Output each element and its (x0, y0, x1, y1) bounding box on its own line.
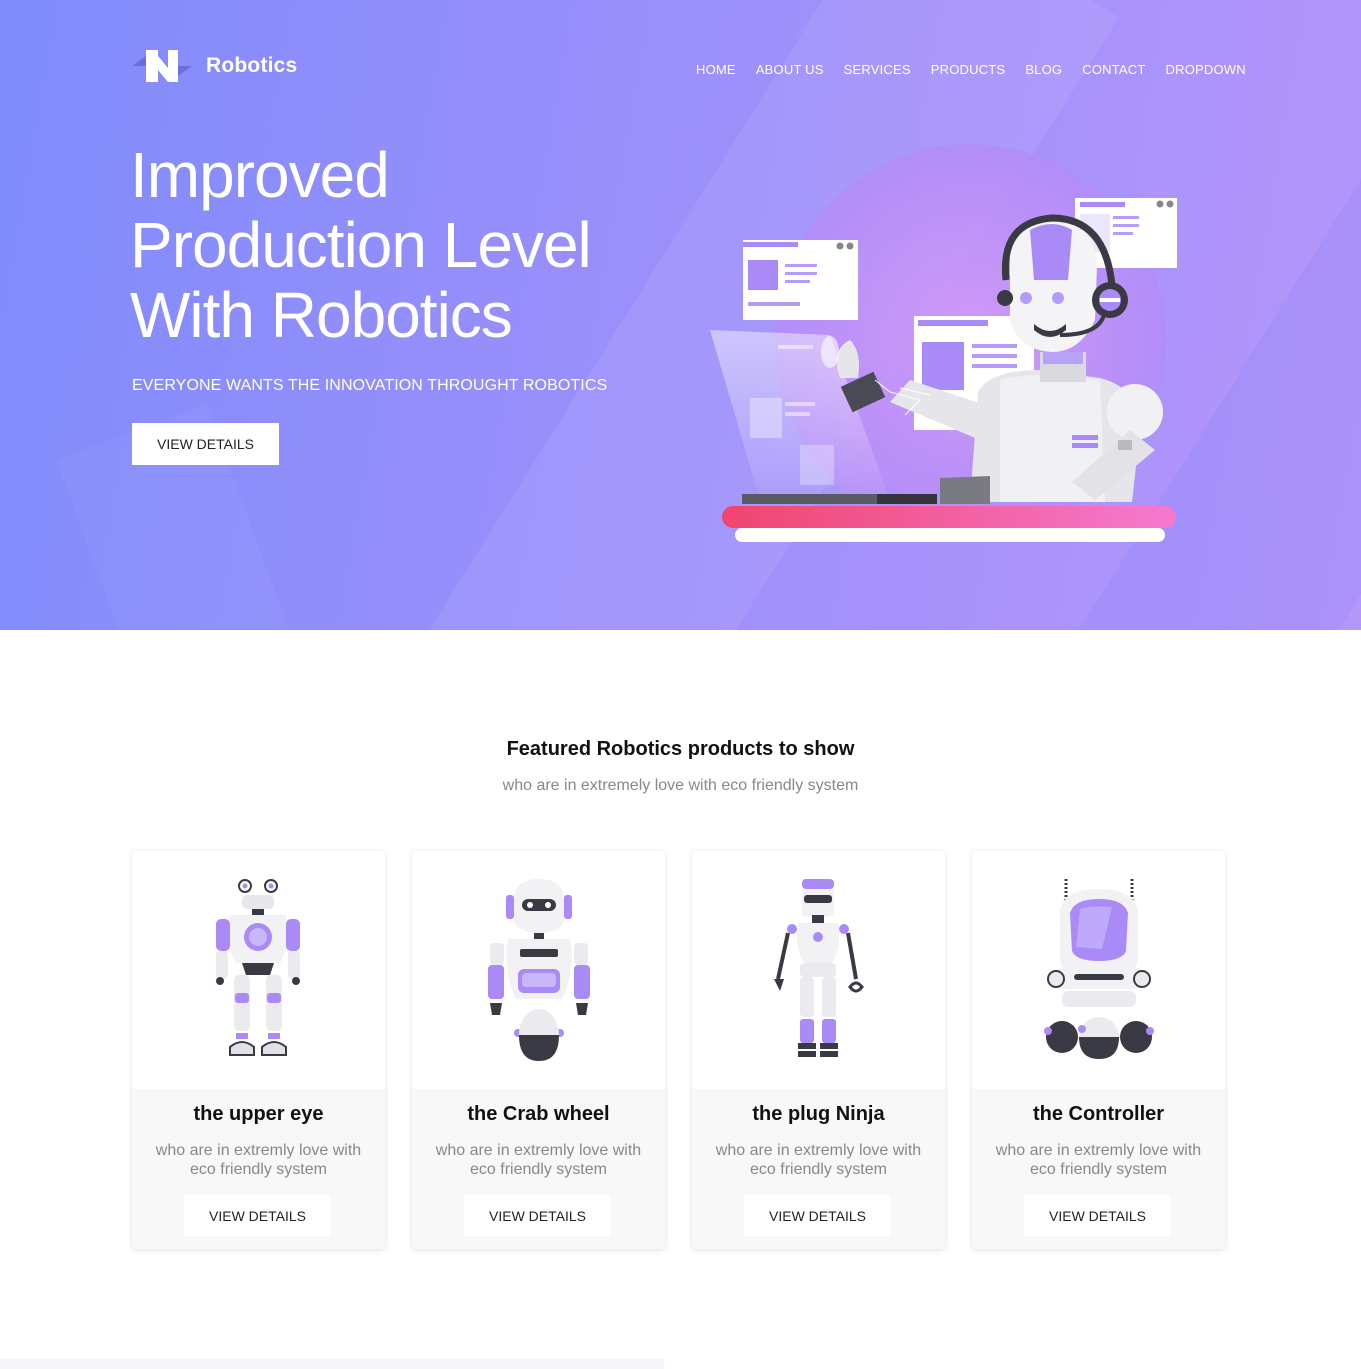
product-card-body: the plug Ninja who are in extremly love … (692, 1089, 945, 1249)
product-image-crab-wheel (412, 851, 665, 1089)
product-name: the Crab wheel (467, 1103, 610, 1125)
product-card-body: the Crab wheel who are in extremly love … (412, 1089, 665, 1249)
product-image-plug-ninja (692, 851, 945, 1089)
product-description: who are in extremly love with eco friend… (715, 1142, 922, 1178)
nav-home[interactable]: HOME (696, 62, 736, 78)
product-card-body: the Controller who are in extremly love … (972, 1089, 1225, 1249)
hero-subtitle: EVERYONE WANTS THE INNOVATION THROUGHT R… (132, 377, 608, 394)
product-card: the Crab wheel who are in extremly love … (412, 851, 665, 1249)
hero-title-line: Improved (130, 139, 390, 211)
main-nav: HOME ABOUT US SERVICES PRODUCTS BLOG CON… (696, 62, 1266, 78)
nav-products[interactable]: PRODUCTS (931, 62, 1006, 78)
hero-title-line: With Robotics (130, 279, 513, 351)
next-section-edge (0, 1358, 664, 1369)
product-description: who are in extremly love with eco friend… (995, 1142, 1202, 1178)
nav-contact[interactable]: CONTACT (1082, 62, 1145, 78)
featured-section-title: Featured Robotics products to show (506, 738, 855, 760)
nav-dropdown[interactable]: DROPDOWN (1166, 62, 1246, 78)
product-image-controller (972, 851, 1225, 1089)
robot-operator-illustration (700, 130, 1180, 550)
product-card: the plug Ninja who are in extremly love … (692, 851, 945, 1249)
product-view-details-button[interactable]: VIEW DETAILS (464, 1195, 611, 1236)
product-name: the plug Ninja (752, 1103, 885, 1125)
product-view-details-button[interactable]: VIEW DETAILS (184, 1195, 331, 1236)
product-name: the Controller (1032, 1103, 1165, 1125)
product-description: who are in extremly love with eco friend… (155, 1142, 362, 1178)
brand-name: Robotics (206, 54, 298, 77)
logo-icon (132, 50, 192, 82)
nav-about-us[interactable]: ABOUT US (756, 62, 824, 78)
product-view-details-button[interactable]: VIEW DETAILS (744, 1195, 891, 1236)
nav-services[interactable]: SERVICES (844, 62, 911, 78)
featured-section-subtitle: who are in extremely love with eco frien… (502, 777, 859, 794)
hero-title: Improved Production Level With Robotics (130, 140, 690, 350)
brand-logo-link[interactable]: Robotics (132, 50, 297, 82)
product-view-details-button[interactable]: VIEW DETAILS (1024, 1195, 1171, 1236)
product-card: the upper eye who are in extremly love w… (132, 851, 385, 1249)
product-card: the Controller who are in extremly love … (972, 851, 1225, 1249)
product-image-upper-eye (132, 851, 385, 1089)
hero-title-line: Production Level (130, 209, 592, 281)
product-name: the upper eye (193, 1103, 324, 1125)
hero-section: Robotics HOME ABOUT US SERVICES PRODUCTS… (0, 0, 1361, 630)
product-card-body: the upper eye who are in extremly love w… (132, 1089, 385, 1249)
hero-view-details-button[interactable]: VIEW DETAILS (132, 423, 279, 465)
nav-blog[interactable]: BLOG (1025, 62, 1062, 78)
product-description: who are in extremly love with eco friend… (435, 1142, 642, 1178)
